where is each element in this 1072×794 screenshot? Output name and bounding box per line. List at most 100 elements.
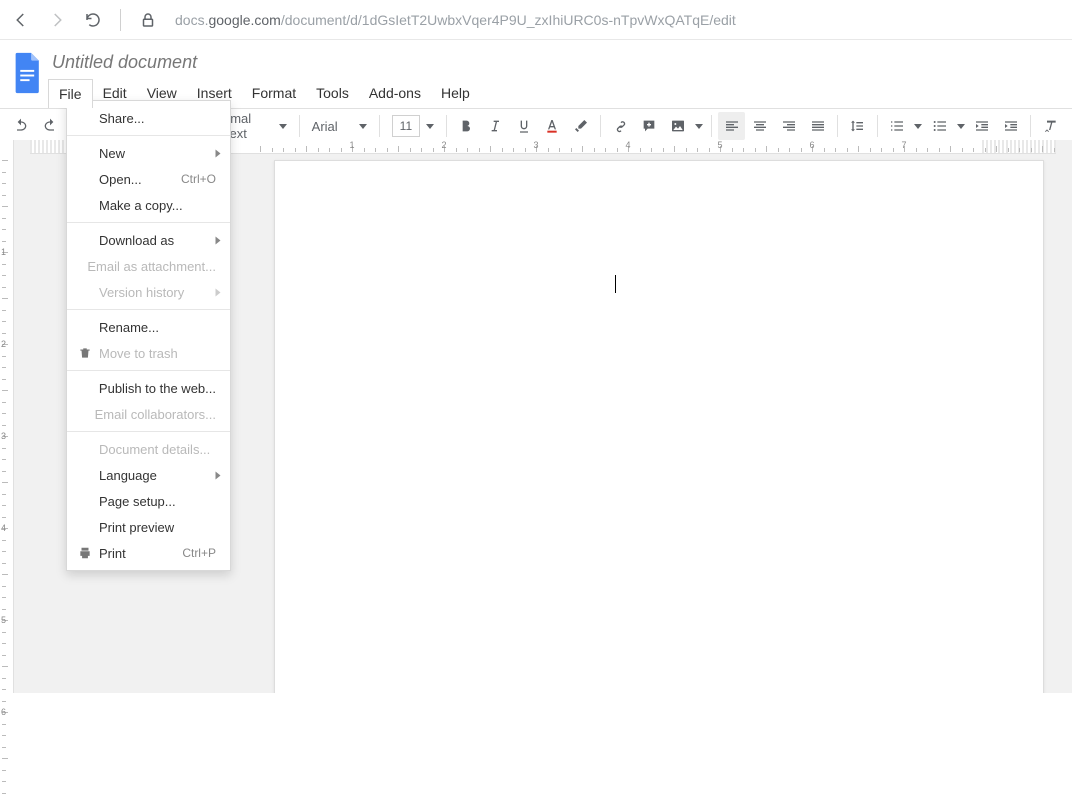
undo-button[interactable]: [8, 112, 35, 140]
menu-item-label: Open...: [99, 172, 181, 187]
chevron-down-icon: [279, 124, 287, 129]
menu-item-document-details: Document details...: [67, 436, 230, 462]
align-right-button[interactable]: [776, 112, 803, 140]
divider: [1030, 115, 1031, 137]
insert-image-button[interactable]: [665, 112, 692, 140]
insert-link-button[interactable]: [607, 112, 634, 140]
text-cursor: [615, 275, 616, 293]
document-page[interactable]: [274, 160, 1044, 693]
menu-addons[interactable]: Add-ons: [359, 79, 431, 108]
menu-item-share[interactable]: Share...: [67, 105, 230, 131]
chevron-down-icon[interactable]: [957, 124, 965, 129]
menu-item-label: Email collaborators...: [95, 407, 216, 422]
text-color-button[interactable]: [539, 112, 566, 140]
menu-item-label: Move to trash: [99, 346, 216, 361]
divider: [877, 115, 878, 137]
url-path: /document/d/1dGsIetT2UwbxVqer4P9U_zxIhiU…: [281, 12, 736, 28]
menu-item-print-preview[interactable]: Print preview: [67, 514, 230, 540]
menu-shortcut: Ctrl+O: [181, 172, 216, 186]
menu-item-new[interactable]: New: [67, 140, 230, 166]
menu-item-print[interactable]: PrintCtrl+P: [67, 540, 230, 566]
add-comment-button[interactable]: [636, 112, 663, 140]
menu-separator: [67, 309, 230, 310]
document-title[interactable]: Untitled document: [48, 50, 1064, 75]
back-icon[interactable]: [12, 11, 30, 29]
menu-item-label: Version history: [99, 285, 216, 300]
submenu-arrow-icon: [216, 471, 221, 479]
bold-button[interactable]: [453, 112, 480, 140]
forward-icon[interactable]: [48, 11, 66, 29]
menu-item-page-setup[interactable]: Page setup...: [67, 488, 230, 514]
menu-item-make-a-copy[interactable]: Make a copy...: [67, 192, 230, 218]
menu-item-open[interactable]: Open...Ctrl+O: [67, 166, 230, 192]
underline-button[interactable]: [510, 112, 537, 140]
file-menu-dropdown: Share... New Open...Ctrl+O Make a copy... Do…: [66, 100, 231, 571]
menu-item-label: Rename...: [99, 320, 216, 335]
submenu-arrow-icon: [216, 236, 221, 244]
style-label: rmal text: [226, 111, 273, 141]
docs-header: Untitled document File Edit View Insert …: [0, 40, 1072, 108]
menu-help[interactable]: Help: [431, 79, 480, 108]
divider: [837, 115, 838, 137]
numbered-list-button[interactable]: [884, 112, 911, 140]
menu-item-email-collaborators: Email collaborators...: [67, 401, 230, 427]
submenu-arrow-icon: [216, 149, 221, 157]
menu-item-email-as-attachment: Email as attachment...: [67, 253, 230, 279]
menu-item-download-as[interactable]: Download as: [67, 227, 230, 253]
menu-item-label: Publish to the web...: [99, 381, 216, 396]
font-size-select[interactable]: 11: [386, 112, 440, 140]
line-spacing-button[interactable]: [844, 112, 871, 140]
divider: [711, 115, 712, 137]
print-icon: [75, 546, 95, 560]
clear-formatting-button[interactable]: [1037, 112, 1064, 140]
menu-item-label: Print: [99, 546, 182, 561]
menu-item-label: New: [99, 146, 216, 161]
menu-tools[interactable]: Tools: [306, 79, 359, 108]
trash-icon: [75, 346, 95, 360]
align-left-button[interactable]: [718, 112, 745, 140]
url-host: google.com: [208, 12, 280, 28]
menu-separator: [67, 370, 230, 371]
menu-item-label: Page setup...: [99, 494, 216, 509]
menu-item-label: Language: [99, 468, 216, 483]
divider: [600, 115, 601, 137]
decrease-indent-button[interactable]: [969, 112, 996, 140]
menu-shortcut: Ctrl+P: [182, 546, 216, 560]
divider: [120, 9, 121, 31]
chevron-down-icon: [426, 124, 434, 129]
menu-item-label: Email as attachment...: [87, 259, 216, 274]
browser-bar: docs.google.com/document/d/1dGsIetT2Uwbx…: [0, 0, 1072, 40]
vertical-ruler: 123456: [0, 140, 14, 693]
menu-separator: [67, 135, 230, 136]
align-justify-button[interactable]: [804, 112, 831, 140]
font-select[interactable]: Arial: [306, 112, 373, 140]
chevron-down-icon[interactable]: [914, 124, 922, 129]
reload-icon[interactable]: [84, 11, 102, 29]
url-bar[interactable]: docs.google.com/document/d/1dGsIetT2Uwbx…: [175, 12, 736, 28]
increase-indent-button[interactable]: [998, 112, 1025, 140]
font-size-value: 11: [392, 115, 420, 137]
chevron-down-icon[interactable]: [695, 124, 703, 129]
submenu-arrow-icon: [216, 288, 221, 296]
divider: [446, 115, 447, 137]
menu-item-label: Make a copy...: [99, 198, 216, 213]
menu-file[interactable]: File: [48, 79, 93, 108]
menu-item-rename[interactable]: Rename...: [67, 314, 230, 340]
menu-format[interactable]: Format: [242, 79, 306, 108]
url-prefix: docs.: [175, 12, 208, 28]
menu-item-label: Share...: [99, 111, 216, 126]
divider: [299, 115, 300, 137]
menu-item-publish-to-the-web[interactable]: Publish to the web...: [67, 375, 230, 401]
menu-item-language[interactable]: Language: [67, 462, 230, 488]
align-center-button[interactable]: [747, 112, 774, 140]
menu-item-label: Document details...: [99, 442, 216, 457]
italic-button[interactable]: [482, 112, 509, 140]
docs-logo-icon[interactable]: [8, 46, 48, 100]
redo-button[interactable]: [37, 112, 64, 140]
menu-item-label: Print preview: [99, 520, 216, 535]
highlight-button[interactable]: [568, 112, 595, 140]
bulleted-list-button[interactable]: [926, 112, 953, 140]
chevron-down-icon: [359, 124, 367, 129]
menu-separator: [67, 431, 230, 432]
lock-icon: [139, 11, 157, 29]
